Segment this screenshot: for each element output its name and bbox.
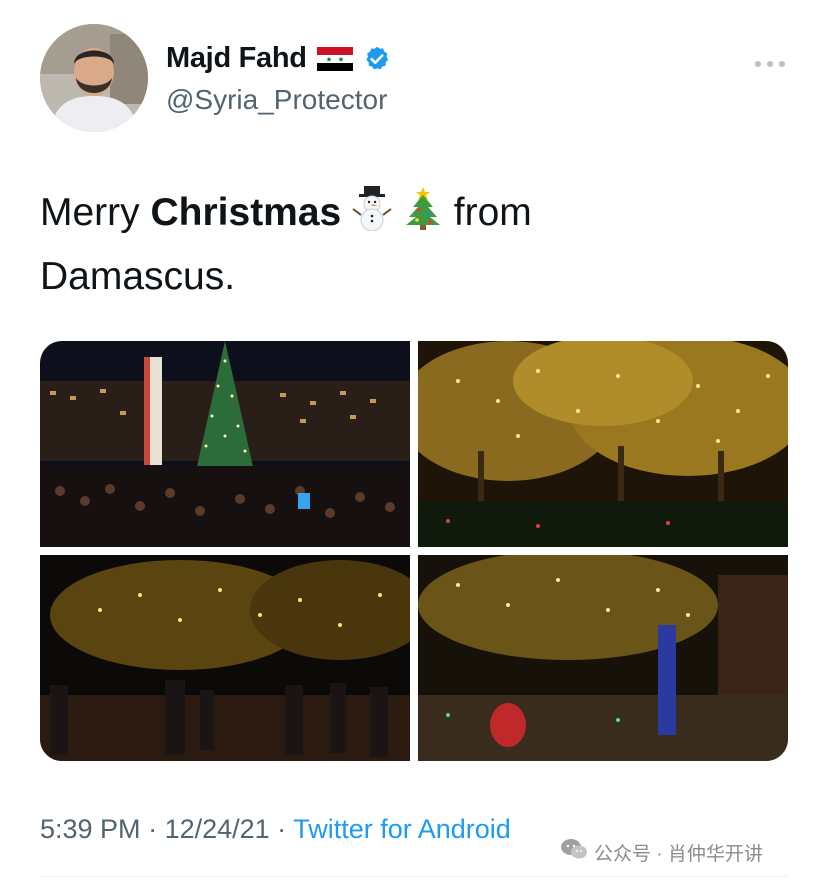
media-grid <box>40 341 788 761</box>
tweet-date[interactable]: 12/24/21 <box>165 814 270 844</box>
photo-christmas-tree-square[interactable] <box>40 341 410 547</box>
watermark-text: 公众号 · 肖仲华开讲 <box>594 843 763 865</box>
tweet-time[interactable]: 5:39 PM <box>40 814 141 844</box>
tweet-text-bold: Christmas <box>150 191 342 234</box>
tweet-text-part: Merry <box>40 191 151 234</box>
avatar[interactable] <box>40 24 148 132</box>
meta-separator: · <box>140 814 165 844</box>
tweet-text-part: Damascus. <box>40 255 236 298</box>
divider <box>40 876 788 877</box>
photo-lit-trees-courtyard[interactable] <box>418 550 788 761</box>
display-name[interactable]: Majd Fahd <box>166 42 307 75</box>
photo-lit-trees-garden[interactable] <box>398 341 788 547</box>
author-name-row: Majd Fahd <box>166 42 391 75</box>
photo-lit-trees-street[interactable] <box>40 555 430 761</box>
more-options-icon[interactable] <box>752 56 788 67</box>
verified-badge-icon <box>363 45 391 73</box>
tweet-source-link[interactable]: Twitter for Android <box>293 814 511 844</box>
wechat-icon <box>560 838 588 866</box>
christmas-tree-icon <box>403 185 443 248</box>
avatar-photo <box>40 24 148 132</box>
meta-separator: · <box>269 814 294 844</box>
snowman-icon <box>352 185 392 248</box>
tweet-meta: 5:39 PM · 12/24/21 · Twitter for Android <box>40 814 511 845</box>
watermark: 公众号 · 肖仲华开讲 <box>560 838 763 866</box>
tweet-text-part: from <box>453 191 532 234</box>
syria-flag-icon <box>316 46 353 71</box>
user-handle[interactable]: @Syria_Protector <box>166 84 387 116</box>
tweet-text: Merry Christmas from Damascus. <box>40 184 740 306</box>
